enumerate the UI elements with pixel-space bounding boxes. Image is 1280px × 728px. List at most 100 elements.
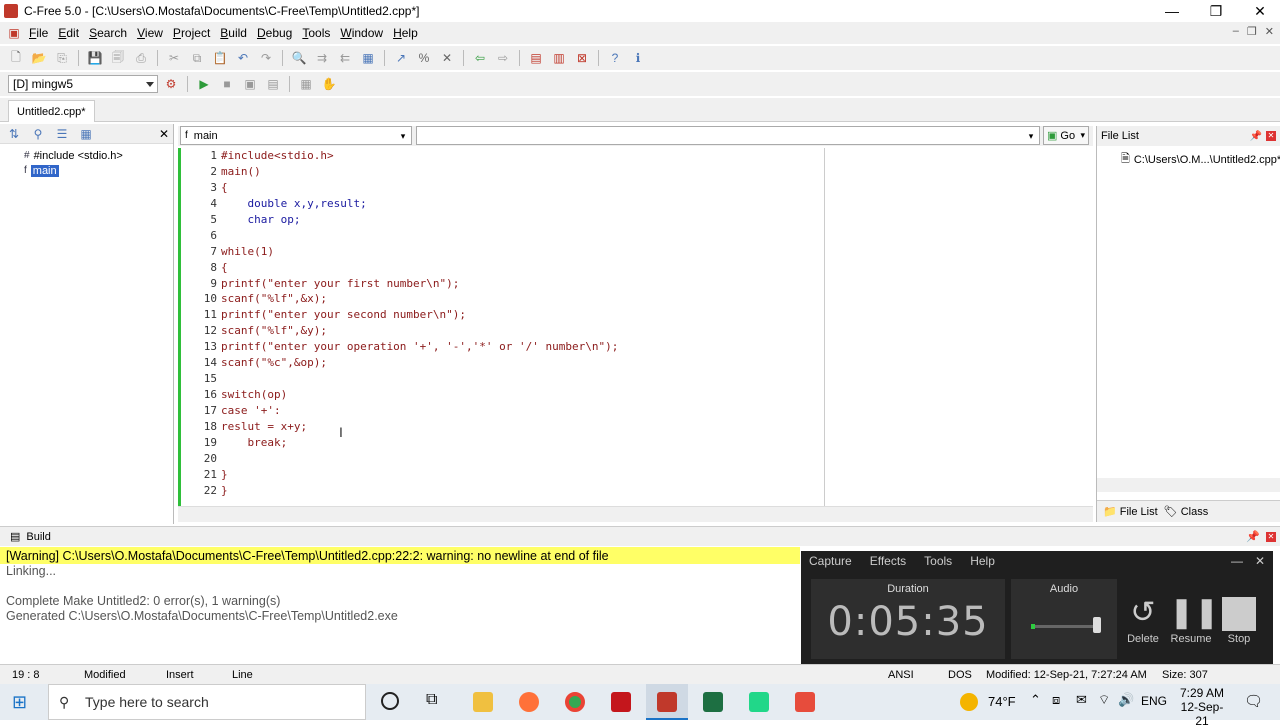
volume-icon[interactable]: 🔊 xyxy=(1118,692,1134,708)
open-file-icon[interactable]: 📂 xyxy=(29,49,49,67)
filter-icon[interactable]: ⚲ xyxy=(28,125,48,143)
go-button[interactable]: ▣ Go ▾ xyxy=(1043,126,1089,145)
code-line[interactable]: break; xyxy=(221,435,1041,451)
menu-tools[interactable]: Tools xyxy=(297,26,335,40)
code-line[interactable] xyxy=(221,451,1041,467)
close-icon[interactable]: ✕ xyxy=(1255,554,1265,568)
print-icon[interactable]: ⎙ xyxy=(131,49,151,67)
restore-button[interactable]: ❐ xyxy=(1194,0,1238,22)
tree-icon[interactable]: ▦ xyxy=(76,125,96,143)
redo-icon[interactable]: ↷ xyxy=(256,49,276,67)
acrobat-icon[interactable] xyxy=(611,692,631,712)
menu-debug[interactable]: Debug xyxy=(252,26,297,40)
mdi-minimize-icon[interactable]: – xyxy=(1233,25,1239,38)
info-icon[interactable]: ℹ xyxy=(628,49,648,67)
menu-view[interactable]: View xyxy=(132,26,168,40)
menu-edit[interactable]: Edit xyxy=(53,26,84,40)
find-prev-icon[interactable]: ⇇ xyxy=(335,49,355,67)
build-icon[interactable]: ▤ xyxy=(263,75,283,93)
save-all-icon[interactable]: 🗐 xyxy=(108,49,128,67)
minimize-button[interactable]: — xyxy=(1150,0,1194,22)
jetbrains-icon[interactable] xyxy=(749,692,769,712)
code-line[interactable]: printf("enter your second number\n"); xyxy=(221,307,1041,323)
recorder-app-icon[interactable] xyxy=(795,692,815,712)
recorder-menu-help[interactable]: Help xyxy=(970,554,995,568)
code-line[interactable] xyxy=(221,228,1041,244)
chrome-icon[interactable] xyxy=(565,692,585,712)
open-recent-icon[interactable]: ⎘ xyxy=(52,49,72,67)
compiler-settings-icon[interactable]: ⚙ xyxy=(161,75,181,93)
code-line[interactable]: } xyxy=(221,483,1041,499)
close-panel-icon[interactable]: ✕ xyxy=(159,127,169,141)
tools-icon[interactable]: ✕ xyxy=(437,49,457,67)
find-icon[interactable]: 🔍 xyxy=(289,49,309,67)
find-files-icon[interactable]: ▦ xyxy=(358,49,378,67)
firefox-icon[interactable] xyxy=(519,692,539,712)
resume-button[interactable]: ❚❚ Resume xyxy=(1169,593,1219,645)
help-icon[interactable]: ? xyxy=(605,49,625,67)
ime-icon[interactable]: ✉ xyxy=(1076,692,1087,708)
warning-line[interactable]: [Warning] C:\Users\O.Mostafa\Documents\C… xyxy=(0,547,800,564)
file-explorer-icon[interactable] xyxy=(473,692,493,712)
code-line[interactable]: printf("enter your first number\n"); xyxy=(221,276,1041,292)
menu-project[interactable]: Project xyxy=(168,26,215,40)
meet-now-icon[interactable]: ⧈ xyxy=(1052,692,1060,708)
audio-level-slider[interactable] xyxy=(1031,625,1101,628)
find-next-icon[interactable]: ⇉ xyxy=(312,49,332,67)
compile-icon[interactable]: ▣ xyxy=(240,75,260,93)
copy-icon[interactable]: ⧉ xyxy=(187,49,207,67)
tab-file-list[interactable]: 📁 File List xyxy=(1103,505,1158,518)
outline-main[interactable]: f main xyxy=(6,163,167,178)
function-combo[interactable]: f main ▾ xyxy=(180,126,412,145)
pin-icon[interactable]: 📌 xyxy=(1250,131,1262,142)
output-panel-icon[interactable]: ▥ xyxy=(549,49,569,67)
tab-untitled2[interactable]: Untitled2.cpp* xyxy=(8,100,95,122)
task-view-icon[interactable]: ⧉ xyxy=(426,691,437,709)
audio-slider-handle[interactable] xyxy=(1093,617,1101,633)
minimize-icon[interactable]: — xyxy=(1231,554,1243,568)
pin-icon[interactable]: 📌 xyxy=(1246,530,1260,543)
close-button[interactable]: ✕ xyxy=(1238,0,1280,22)
paste-icon[interactable]: 📋 xyxy=(210,49,230,67)
menu-file[interactable]: File xyxy=(24,26,53,40)
menu-window[interactable]: Window xyxy=(335,26,388,40)
code-area[interactable]: #include<stdio.h> main(){ double x,y,resu… xyxy=(221,148,1041,506)
menu-help[interactable]: Help xyxy=(388,26,423,40)
rebuild-icon[interactable]: ▦ xyxy=(296,75,316,93)
wifi-icon[interactable]: ⌔ xyxy=(1098,692,1110,708)
code-line[interactable]: switch(op) xyxy=(221,387,1041,403)
notifications-icon[interactable]: 🗨 xyxy=(1244,692,1263,710)
code-editor[interactable]: 1 2 3 4 5 6 7 8 9 10 11 12 13 14 15 16 17 18 19 20 21 22 #inc… xyxy=(178,148,1093,506)
code-line[interactable]: double x,y,result; xyxy=(221,196,1041,212)
mdi-restore-icon[interactable]: ❐ xyxy=(1247,25,1257,38)
toggle-panel-icon[interactable]: ▤ xyxy=(526,49,546,67)
recorder-menu-capture[interactable]: Capture xyxy=(809,554,852,568)
undo-icon[interactable]: ↶ xyxy=(233,49,253,67)
code-line[interactable]: scanf("%c",&op); xyxy=(221,355,1041,371)
code-line[interactable] xyxy=(221,371,1041,387)
forward-icon[interactable]: ⇨ xyxy=(493,49,513,67)
back-icon[interactable]: ⇦ xyxy=(470,49,490,67)
code-line[interactable]: reslut = x+y; xyxy=(221,419,1041,435)
file-list-item[interactable]: 🗎 C:\Users\O.M...\Untitled2.cpp* xyxy=(1121,150,1280,169)
stop-icon[interactable]: ■ xyxy=(217,75,237,93)
cfree-taskbar-active[interactable] xyxy=(646,684,688,720)
menu-build[interactable]: Build xyxy=(215,26,252,40)
code-line[interactable]: { xyxy=(221,180,1041,196)
file-list-scrollbar[interactable] xyxy=(1097,478,1280,492)
goto-icon[interactable]: ↗ xyxy=(391,49,411,67)
code-line[interactable]: { xyxy=(221,260,1041,276)
recorder-menu-tools[interactable]: Tools xyxy=(924,554,952,568)
new-file-icon[interactable]: 🗋 xyxy=(6,49,26,67)
cut-icon[interactable]: ✂ xyxy=(164,49,184,67)
tray-chevron-icon[interactable]: ⌃ xyxy=(1030,692,1041,708)
clock[interactable]: 7:29 AM 12-Sep-21 xyxy=(1176,686,1228,728)
code-line[interactable]: } xyxy=(221,467,1041,483)
outline-include[interactable]: # #include <stdio.h> xyxy=(6,148,167,163)
code-line[interactable]: #include<stdio.h> xyxy=(221,148,1041,164)
taskbar-search[interactable]: ⚲ Type here to search xyxy=(48,684,366,720)
close-panel-icon[interactable]: ⊠ xyxy=(572,49,592,67)
weather-icon[interactable] xyxy=(960,693,978,711)
compiler-select[interactable]: [D] mingw5 xyxy=(8,75,158,93)
cortana-icon[interactable] xyxy=(381,692,399,710)
